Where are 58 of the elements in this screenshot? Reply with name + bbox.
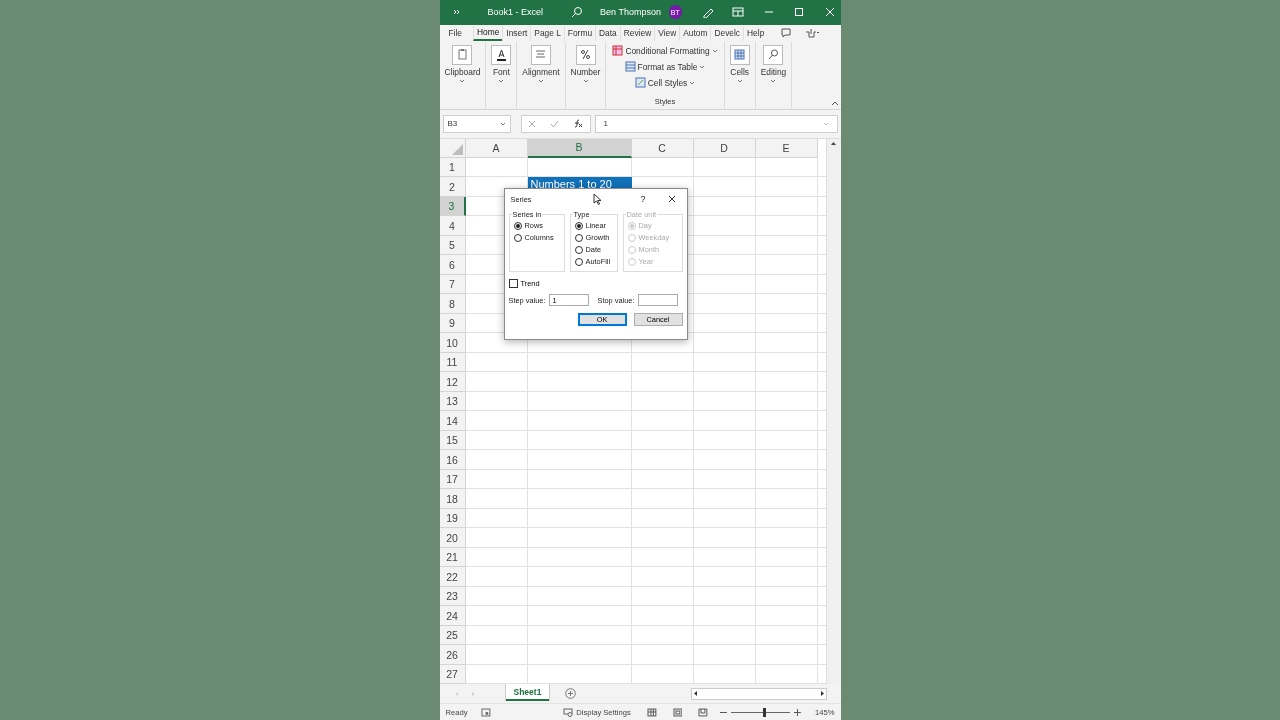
format-as-table-button[interactable]: Format as Table <box>624 59 706 74</box>
ribbon-tab[interactable]: Review <box>619 25 655 41</box>
row-header[interactable]: 13 <box>439 391 466 412</box>
user-name: Ben Thompson <box>600 7 661 18</box>
row-header[interactable]: 18 <box>439 489 466 509</box>
ribbon-tab[interactable]: File <box>445 25 465 41</box>
group-label: Font <box>492 66 510 77</box>
row-header[interactable]: 19 <box>439 508 466 529</box>
column-header[interactable]: C <box>631 138 694 158</box>
row-header[interactable]: 3 <box>439 196 466 217</box>
row-header[interactable]: 26 <box>439 645 466 665</box>
row-header[interactable]: 6 <box>439 255 466 275</box>
ribbon-tab[interactable]: Help <box>743 25 768 41</box>
group-label: Cells <box>730 66 749 77</box>
group-label: Alignment <box>522 66 560 77</box>
sheet-tab[interactable]: Sheet1 <box>505 684 550 702</box>
row-header[interactable]: 16 <box>439 450 466 470</box>
ribbon-tab[interactable]: View <box>654 25 680 41</box>
cell-styles-button[interactable]: Cell Styles <box>634 75 696 90</box>
row-header[interactable]: 9 <box>439 313 466 334</box>
group-label: Editing <box>760 66 787 77</box>
row-header[interactable]: 23 <box>439 586 466 607</box>
row-header[interactable]: 17 <box>439 469 466 490</box>
ribbon-tab[interactable]: Insert <box>502 25 531 41</box>
row-header[interactable]: 14 <box>439 411 466 431</box>
row-header[interactable]: 8 <box>439 294 466 314</box>
name-box[interactable]: B3 <box>442 114 511 133</box>
ribbon-tab[interactable]: Formu <box>563 25 596 41</box>
row-header[interactable]: 15 <box>439 430 466 451</box>
column-header[interactable]: A <box>465 138 528 158</box>
ribbon-tab[interactable]: Autom <box>679 25 711 41</box>
row-header[interactable]: 21 <box>439 547 466 568</box>
ribbon-tab[interactable]: Page L <box>530 25 564 41</box>
window-title: Book1 - Excel <box>487 7 544 18</box>
column-header[interactable]: E <box>755 138 818 158</box>
ribbon-tab[interactable]: Home <box>473 25 503 41</box>
row-header[interactable]: 25 <box>439 625 466 646</box>
row-header[interactable]: 2 <box>439 177 466 197</box>
ribbon-tab[interactable]: Data <box>595 25 620 41</box>
column-header[interactable]: D <box>693 138 756 158</box>
formula-field[interactable]: 1 <box>594 114 838 133</box>
row-header[interactable]: 7 <box>439 274 466 295</box>
row-header[interactable]: 24 <box>439 606 466 626</box>
row-header[interactable]: 20 <box>439 528 466 548</box>
row-header[interactable]: 10 <box>439 333 466 353</box>
row-header[interactable]: 12 <box>439 372 466 392</box>
column-header[interactable]: B <box>527 138 632 158</box>
row-header[interactable]: 22 <box>439 567 466 587</box>
group-label: Clipboard <box>444 66 481 77</box>
row-header[interactable]: 5 <box>439 235 466 256</box>
group-label: Number <box>570 66 601 77</box>
ribbon-tab[interactable]: Develc <box>710 25 744 41</box>
row-header[interactable]: 4 <box>439 216 466 236</box>
help-button[interactable]: ? <box>640 194 646 204</box>
row-header[interactable]: 27 <box>439 664 466 685</box>
conditional-formatting-button[interactable]: Conditional Formatting <box>612 43 718 58</box>
row-header[interactable]: 11 <box>439 352 466 373</box>
row-header[interactable]: 1 <box>439 157 466 178</box>
